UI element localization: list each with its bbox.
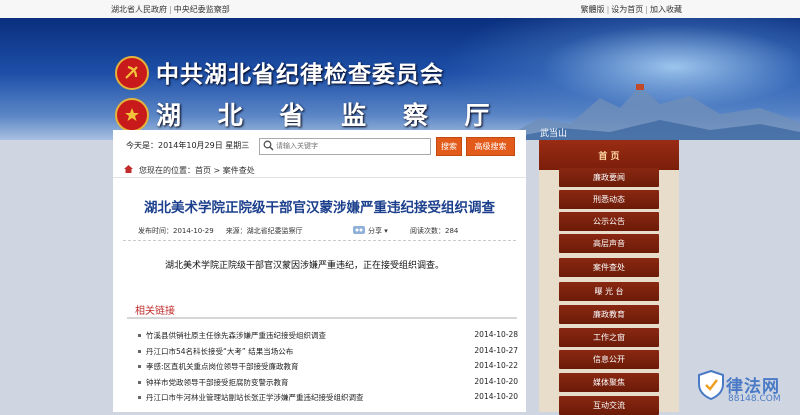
- breadcrumb-current[interactable]: 案件查处: [223, 166, 255, 175]
- search-bar: 今天是：2014年10月29日 星期三 搜索 高级搜索: [113, 130, 526, 160]
- today-date: 今天是：2014年10月29日 星期三: [126, 141, 250, 150]
- search-box: [259, 138, 431, 155]
- advanced-search-button[interactable]: 高级搜索: [466, 137, 515, 156]
- divider: |: [169, 5, 172, 14]
- related-links-heading: 相关链接: [135, 306, 175, 317]
- related-link-title[interactable]: 竹溪县供销社原主任徐先森涉嫌严重违纪接受组织调查: [146, 330, 326, 341]
- site-title-commission: 中共湖北省纪律检查委员会: [156, 61, 444, 88]
- nav-item[interactable]: 案件查处: [559, 258, 659, 277]
- article-source: 来源：湖北省纪委监察厅: [225, 227, 303, 235]
- link-set-homepage[interactable]: 设为首页: [611, 5, 643, 14]
- home-icon: [124, 165, 133, 173]
- related-link-date: 2014-10-27: [474, 345, 518, 355]
- divider: |: [606, 5, 610, 14]
- top-left-links: 湖北省人民政府 | 中央纪委监察部: [111, 4, 230, 15]
- site-title-supervision: 湖 北 省 监 察 厅: [156, 101, 504, 130]
- main-content: 今天是：2014年10月29日 星期三 搜索 高级搜索 您现在的位置：首页 > …: [113, 130, 526, 412]
- related-links-list: 竹溪县供销社原主任徐先森涉嫌严重违纪接受组织调查 2014-10-28 丹江口市5…: [138, 328, 518, 406]
- list-item[interactable]: 丹江口市54名科长接受“大考” 结果当场公布 2014-10-27: [138, 344, 518, 360]
- nav-item[interactable]: 信息公开: [559, 350, 659, 369]
- related-link-date: 2014-10-22: [474, 361, 518, 371]
- related-link-date: 2014-10-20: [474, 376, 518, 386]
- search-icon: [263, 140, 274, 151]
- share-button[interactable]: 分享 ▾: [368, 226, 388, 236]
- nav-item[interactable]: 工作之窗: [559, 328, 659, 347]
- related-link-title[interactable]: 孝感:区直机关重点岗位领导干部接受廉政教育: [146, 361, 299, 372]
- nav-item[interactable]: 廉政要闻: [559, 168, 659, 187]
- nav-item[interactable]: 公示公告: [559, 212, 659, 231]
- divider: |: [645, 5, 648, 14]
- nav-item[interactable]: 刑悉动态: [559, 190, 659, 209]
- list-item[interactable]: 钟祥市党政领导干部接受拒腐防变警示教育 2014-10-20: [138, 375, 518, 391]
- link-hubei-gov[interactable]: 湖北省人民政府: [111, 5, 167, 14]
- list-item[interactable]: 孝感:区直机关重点岗位领导干部接受廉政教育 2014-10-22: [138, 359, 518, 375]
- breadcrumb-text: 您现在的位置：首页 > 案件查处: [139, 165, 255, 176]
- publish-time: 发布时间：2014-10-29: [138, 227, 214, 235]
- watermark: 律法网 88148.COM: [698, 370, 800, 412]
- breadcrumb: 您现在的位置：首页 > 案件查处: [113, 162, 526, 178]
- right-nav-panel: 首 页 廉政要闻 刑悉动态 公示公告 高层声音 案件查处 曝 光 台 廉政教育 …: [539, 140, 679, 415]
- related-link-title[interactable]: 丹江口市牛河林业管理站副站长张正学涉嫌严重违纪接受组织调查: [146, 392, 364, 403]
- breadcrumb-prefix: 您现在的位置：: [139, 166, 195, 175]
- party-emblem-icon: [115, 56, 149, 90]
- visit-count: 阅读次数：284: [410, 227, 459, 235]
- nav-item[interactable]: 媒体聚焦: [559, 373, 659, 392]
- related-link-title[interactable]: 钟祥市党政领导干部接受拒腐防变警示教育: [146, 377, 289, 388]
- link-traditional[interactable]: 繁體版: [581, 5, 605, 14]
- divider: [123, 240, 516, 241]
- site-banner: 中共湖北省纪律检查委员会 湖 北 省 监 察 厅 武当山: [0, 18, 800, 140]
- list-item[interactable]: 丹江口市牛河林业管理站副站长张正学涉嫌严重违纪接受组织调查 2014-10-20: [138, 390, 518, 406]
- link-ccdi[interactable]: 中央纪委监察部: [174, 5, 230, 14]
- search-button[interactable]: 搜索: [436, 137, 462, 156]
- bullet-icon: [138, 396, 141, 400]
- top-bar: 湖北省人民政府 | 中央纪委监察部 繁體版 | 设为首页 | 加入收藏: [0, 0, 800, 19]
- article-meta: 发布时间：2014-10-29 来源：湖北省纪委监察厅: [138, 226, 315, 236]
- scene-label: 武当山: [540, 129, 568, 139]
- nav-item[interactable]: 曝 光 台: [559, 282, 659, 301]
- article-title: 湖北美术学院正院级干部官汉蒙涉嫌严重违纪接受组织调查: [144, 200, 495, 216]
- share-label: 分享: [368, 227, 382, 235]
- share-icon[interactable]: [353, 225, 365, 235]
- chevron-down-icon: ▾: [384, 227, 388, 235]
- search-input[interactable]: [276, 139, 426, 153]
- nav-item[interactable]: 高层声音: [559, 234, 659, 253]
- nav-home-label: 首 页: [598, 152, 620, 162]
- related-link-date: 2014-10-20: [474, 392, 518, 402]
- top-right-links: 繁體版 | 设为首页 | 加入收藏: [581, 4, 682, 15]
- watermark-domain: 88148.COM: [728, 394, 781, 404]
- article-body: 湖北美术学院正院级干部官汉蒙因涉嫌严重违纪，正在接受组织调查。: [165, 261, 445, 271]
- related-link-title[interactable]: 丹江口市54名科长接受“大考” 结果当场公布: [146, 346, 293, 357]
- breadcrumb-separator: >: [211, 166, 223, 175]
- nav-item[interactable]: 互动交流: [559, 396, 659, 415]
- list-item[interactable]: 竹溪县供销社原主任徐先森涉嫌严重违纪接受组织调查 2014-10-28: [138, 328, 518, 344]
- nav-home[interactable]: 首 页: [539, 140, 679, 170]
- divider: [127, 317, 517, 319]
- related-link-date: 2014-10-28: [474, 330, 518, 339]
- bullet-icon: [138, 380, 141, 384]
- nav-item[interactable]: 廉政教育: [559, 305, 659, 324]
- national-emblem-icon: [115, 98, 149, 132]
- shield-icon: [698, 370, 724, 400]
- bullet-icon: [138, 334, 141, 337]
- bullet-icon: [138, 365, 141, 369]
- link-add-favorite[interactable]: 加入收藏: [650, 5, 682, 14]
- bullet-icon: [138, 349, 141, 353]
- breadcrumb-home[interactable]: 首页: [195, 166, 211, 175]
